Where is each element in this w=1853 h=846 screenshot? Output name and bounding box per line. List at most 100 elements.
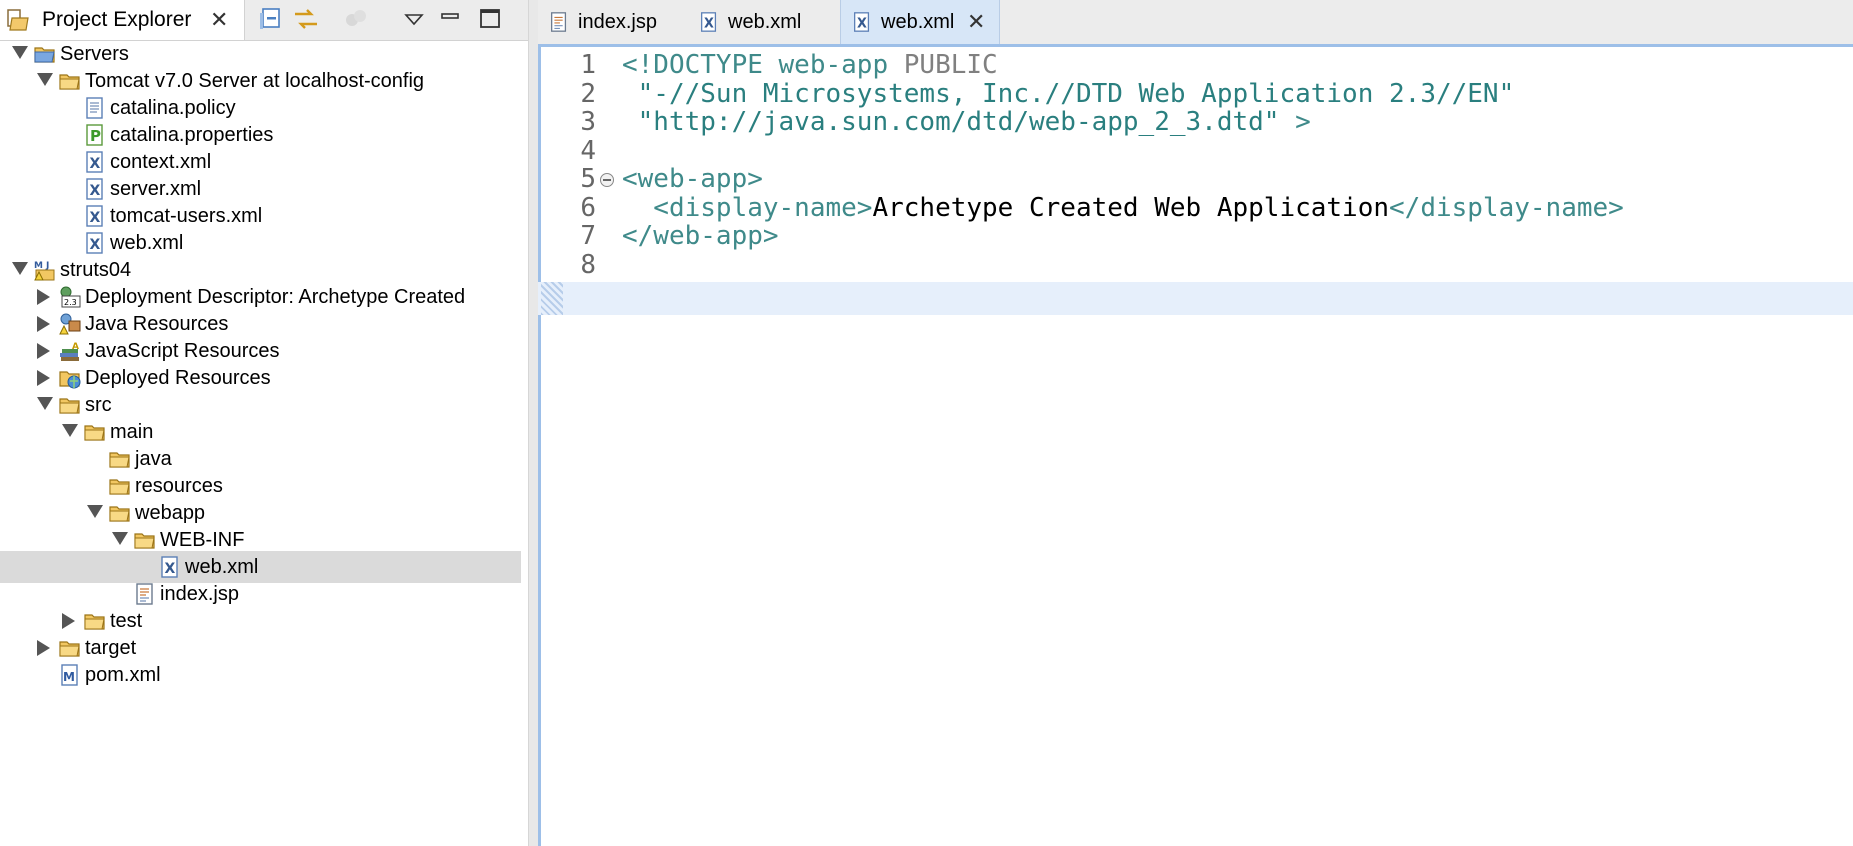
tree-item[interactable]: Mpom.xml <box>0 659 521 691</box>
svg-text:2.3: 2.3 <box>64 298 77 307</box>
current-line-marker <box>541 282 563 315</box>
svg-text:X: X <box>90 237 101 253</box>
svg-text:X: X <box>90 156 101 172</box>
tree-item-label: struts04 <box>60 259 132 281</box>
filter-icon[interactable] <box>342 6 370 32</box>
svg-text:X: X <box>165 561 176 577</box>
javascript-resources-icon: A <box>60 342 79 361</box>
expanded-chevron-icon[interactable] <box>37 397 53 410</box>
expanded-chevron-icon[interactable] <box>12 46 28 59</box>
folder-icon <box>84 425 105 441</box>
collapsed-chevron-icon[interactable] <box>37 640 50 656</box>
tree-item-label: resources <box>135 475 223 497</box>
close-icon[interactable]: ✕ <box>210 9 228 31</box>
tree-item-label: index.jsp <box>160 583 239 605</box>
tree-item-label: main <box>110 421 154 443</box>
maximize-icon[interactable] <box>476 6 504 32</box>
servers-folder-icon <box>34 47 55 63</box>
code-token: "http://java.sun.com/dtd/web-app_2_3.dtd… <box>622 107 1280 137</box>
tree-item-label: server.xml <box>110 178 202 200</box>
folder-icon <box>109 452 130 468</box>
code-token: Archetype Created Web Application <box>872 192 1390 223</box>
explorer-header: Project Explorer ✕ <box>0 0 530 41</box>
svg-text:A: A <box>72 342 79 352</box>
code-token: </display-name> <box>1389 192 1624 223</box>
tab-project-explorer[interactable]: Project Explorer ✕ <box>0 0 245 40</box>
expanded-chevron-icon[interactable] <box>37 73 53 86</box>
current-line-highlight <box>538 282 1853 315</box>
deployed-resources-icon <box>59 371 81 389</box>
folder-icon <box>59 398 80 414</box>
svg-text:P: P <box>90 127 101 145</box>
collapse-all-icon[interactable] <box>258 6 286 32</box>
tree-item-label: pom.xml <box>85 664 161 686</box>
tree-item-label: Tomcat v7.0 Server at localhost-config <box>85 70 425 92</box>
folder-icon <box>109 506 130 522</box>
xml-file-icon: X <box>86 178 103 200</box>
folder-icon <box>59 641 80 657</box>
view-menu-icon[interactable] <box>400 6 428 32</box>
tree-item-label: test <box>110 610 143 632</box>
project-explorer-icon <box>7 9 29 31</box>
xml-file-icon: X <box>86 205 103 227</box>
line-number: 8 <box>580 249 596 280</box>
tree-item-label: catalina.policy <box>110 97 236 119</box>
editor-tab-label: web.xml <box>728 11 802 33</box>
folder-icon <box>109 479 130 495</box>
editor-tab[interactable]: index.jsp <box>538 0 688 44</box>
close-icon[interactable]: ✕ <box>967 9 985 35</box>
code-token: <web-app> <box>622 164 763 194</box>
expanded-chevron-icon[interactable] <box>112 532 128 545</box>
expanded-chevron-icon[interactable] <box>87 505 103 518</box>
fold-toggle-icon[interactable] <box>600 173 614 187</box>
maven-pom-icon: M <box>61 664 78 686</box>
java-resources-icon <box>59 313 81 335</box>
minimize-icon[interactable] <box>436 6 464 32</box>
tree-item-label: catalina.properties <box>110 124 274 146</box>
maven-project-icon: MJ <box>34 261 55 281</box>
editor-tab[interactable]: Xweb.xml ✕ <box>840 0 1000 44</box>
properties-file-icon: P <box>86 124 103 146</box>
xml-file-icon: X <box>161 556 178 578</box>
tree-item-label: context.xml <box>110 151 212 173</box>
svg-text:X: X <box>704 17 714 32</box>
code-token: <display-name> <box>622 192 873 223</box>
svg-text:X: X <box>857 17 867 32</box>
code-token: <!DOCTYPE web-app <box>622 50 904 80</box>
code-line[interactable]: 8 <box>538 249 1853 282</box>
editor-tab-label: web.xml <box>881 11 955 33</box>
code-token: PUBLIC <box>903 50 998 80</box>
tree-item-label: webapp <box>135 502 206 524</box>
collapsed-chevron-icon[interactable] <box>62 613 75 629</box>
jsp-file-icon <box>551 12 567 32</box>
svg-text:X: X <box>90 210 101 226</box>
code-token: "-//Sun Microsystems, Inc.//DTD Web Appl… <box>622 78 1515 109</box>
folder-icon <box>134 533 155 549</box>
editor-tab-label: index.jsp <box>578 11 657 33</box>
xml-file-icon: X <box>86 232 103 254</box>
collapsed-chevron-icon[interactable] <box>37 370 50 386</box>
project-explorer-view: Project Explorer ✕ Servers Tomcat v7.0 Se… <box>0 0 530 846</box>
editor-tab[interactable]: Xweb.xml <box>688 0 840 44</box>
tree-item-label: JavaScript Resources <box>85 340 280 362</box>
tree-item-label: web.xml <box>185 556 259 578</box>
deployment-descriptor-icon: 2.3 <box>60 286 81 308</box>
collapsed-chevron-icon[interactable] <box>37 316 50 332</box>
tree-item-label: WEB-INF <box>160 529 245 551</box>
expanded-chevron-icon[interactable] <box>12 262 28 275</box>
code-token: > <box>1279 107 1311 137</box>
code-area[interactable]: 1 <!DOCTYPE web-app PUBLIC 2 "-//Sun Micro… <box>538 47 1853 846</box>
xml-file-icon: X <box>854 12 870 32</box>
tree-item-label: src <box>85 394 112 416</box>
tree-item-label: Deployment Descriptor: Archetype Created <box>85 286 466 308</box>
folder-icon <box>84 614 105 630</box>
collapsed-chevron-icon[interactable] <box>37 343 50 359</box>
link-with-editor-icon[interactable] <box>292 6 320 32</box>
xml-editor: index.jsp Xweb.xml Xweb.xml ✕ 1 <!DOCTYPE we… <box>538 0 1853 846</box>
tree-item-label: Deployed Resources <box>85 367 271 389</box>
collapsed-chevron-icon[interactable] <box>37 289 50 305</box>
tree-item-label: tomcat-users.xml <box>110 205 263 227</box>
code-token: </web-app> <box>622 221 779 251</box>
expanded-chevron-icon[interactable] <box>62 424 78 437</box>
tree-item-label: Java Resources <box>85 313 229 335</box>
